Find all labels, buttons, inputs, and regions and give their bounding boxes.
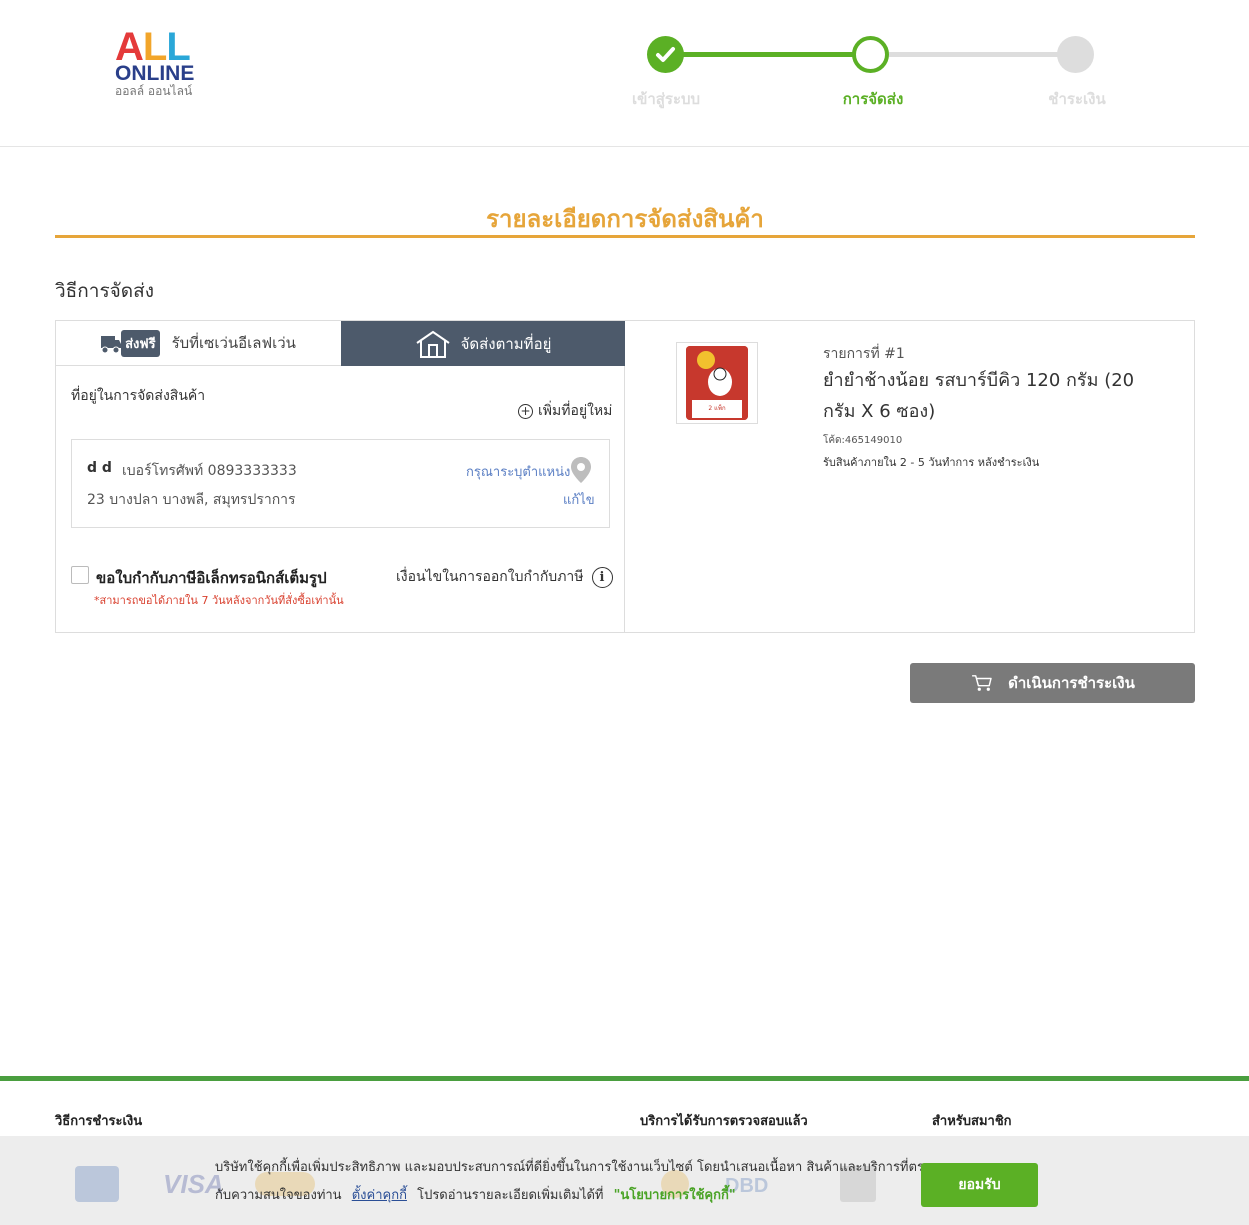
shipping-method-title: วิธีการจัดส่ง bbox=[55, 280, 154, 302]
free-shipping-text: ส่งฟรี bbox=[121, 329, 160, 357]
step-shipping-label: การจัดส่ง bbox=[842, 90, 904, 108]
cookie-text-interest: กับความสนใจของท่าน bbox=[215, 1188, 342, 1203]
address-line: 23 บางปลา บางพลี, สมุทรปราการ bbox=[87, 492, 296, 508]
tab-pickup-7eleven[interactable]: ส่งฟรี รับที่เซเว่นอีเลฟเว่น bbox=[56, 321, 341, 366]
tax-invoice-note: *สามารถขอได้ภายใน 7 วันหลังจากวันที่สั่ง… bbox=[94, 594, 344, 607]
map-pin-icon[interactable] bbox=[570, 456, 592, 484]
tab-pickup-label: รับที่เซเว่นอีเลฟเว่น bbox=[171, 334, 296, 352]
step-login-label: เข้าสู่ระบบ bbox=[631, 90, 701, 108]
step-line-done bbox=[666, 52, 870, 57]
plus-circle-icon: + bbox=[518, 403, 533, 419]
noodle-pack-image: 2 แพ็ก bbox=[686, 346, 748, 420]
footer-member-heading: สำหรับสมาชิก bbox=[932, 1114, 1012, 1129]
footer-divider bbox=[0, 1076, 1249, 1081]
cookie-policy-link[interactable]: "นโยบายการใช้คุกกี้" bbox=[614, 1188, 736, 1203]
step-payment-dot bbox=[1057, 36, 1094, 73]
title-divider bbox=[55, 235, 1195, 238]
page-title: รายละเอียดการจัดส่งสินค้า bbox=[486, 205, 764, 233]
tax-invoice-label[interactable]: ขอใบกำกับภาษีอิเล็กทรอนิกส์เต็มรูป bbox=[96, 566, 327, 590]
product-name: ยำยำช้างน้อย รสบาร์บีคิว 120 กรัม (20 กร… bbox=[823, 370, 1135, 422]
add-new-address-button[interactable]: + เพิ่มที่อยู่ใหม่ bbox=[518, 400, 612, 422]
shipping-panel: ส่งฟรี รับที่เซเว่นอีเลฟเว่น จัดส่งตามที… bbox=[55, 320, 1195, 633]
cart-icon bbox=[972, 675, 992, 691]
logo-online-text: ONLINE bbox=[115, 62, 195, 85]
address-heading: ที่อยู่ในการจัดส่งสินค้า bbox=[71, 388, 206, 404]
address-phone: เบอร์โทรศัพท์ 0893333333 bbox=[122, 463, 297, 479]
shipping-options: ส่งฟรี รับที่เซเว่นอีเลฟเว่น จัดส่งตามที… bbox=[56, 321, 625, 632]
tab-home-label: จัดส่งตามที่อยู่ bbox=[460, 334, 552, 353]
cookie-text-line2: กับความสนใจของท่าน ตั้งค่าคุกกี้ โปรดอ่า… bbox=[215, 1184, 736, 1205]
accept-cookie-button[interactable]: ยอมรับ bbox=[921, 1163, 1038, 1207]
header: ALL ONLINE ออลล์ ออนไลน์ เข้าสู่ระบบ การ… bbox=[0, 0, 1249, 147]
tab-home-delivery[interactable]: จัดส่งตามที่อยู่ bbox=[341, 321, 625, 366]
cookie-settings-link[interactable]: ตั้งค่าคุกกี้ bbox=[352, 1188, 407, 1203]
truck-icon bbox=[101, 336, 122, 354]
logo-thai-text: ออลล์ ออนไลน์ bbox=[115, 84, 193, 98]
edit-address-link[interactable]: แก้ไข bbox=[563, 489, 595, 510]
house-icon bbox=[416, 330, 450, 358]
cookie-text-line1: บริษัทใช้คุกกี้เพื่อเพิ่มประสิทธิภาพ และ… bbox=[215, 1160, 931, 1175]
step-payment-label: ชำระเงิน bbox=[1048, 90, 1106, 108]
address-name: d d bbox=[87, 460, 112, 476]
add-new-address-label: เพิ่มที่อยู่ใหม่ bbox=[538, 403, 613, 419]
order-summary: 2 แพ็ก รายการที่ #1 ยำยำช้างน้อย รสบาร์บ… bbox=[625, 321, 1194, 632]
step-login-check-icon bbox=[647, 36, 684, 73]
item-number: รายการที่ #1 bbox=[823, 346, 905, 362]
tax-conditions-label: เงื่อนไขในการออกใบกำกับภาษี bbox=[396, 569, 584, 585]
tax-invoice-checkbox[interactable] bbox=[71, 566, 89, 584]
info-icon[interactable]: i bbox=[591, 566, 613, 588]
checkout-stepper: เข้าสู่ระบบ การจัดส่ง ชำระเงิน bbox=[630, 35, 1110, 115]
all-online-logo[interactable]: ALL ONLINE ออลล์ ออนไลน์ bbox=[115, 25, 205, 102]
logo-all-text: ALL bbox=[115, 25, 191, 69]
footer-payment-heading: วิธีการชำระเงิน bbox=[55, 1114, 143, 1129]
cookie-consent-bar: VISA DBD บริษัทใช้คุกกี้เพื่อเพิ่มประสิท… bbox=[0, 1136, 1249, 1225]
cookie-text-readmore: โปรดอ่านรายละเอียดเพิ่มเติมได้ที่ bbox=[417, 1188, 604, 1203]
step-shipping-dot bbox=[852, 36, 889, 73]
free-shipping-badge: ส่งฟรี bbox=[101, 329, 160, 357]
address-card[interactable]: d d เบอร์โทรศัพท์ 0893333333 23 บางปลา บ… bbox=[71, 439, 610, 528]
delivery-estimate: รับสินค้าภายใน 2 - 5 วันทำการ หลังชำระเง… bbox=[823, 456, 1040, 469]
tax-conditions-link[interactable]: เงื่อนไขในการออกใบกำกับภาษี i bbox=[396, 566, 613, 588]
proceed-payment-button[interactable]: ดำเนินการชำระเงิน bbox=[910, 663, 1195, 703]
pack-label: 2 แพ็ก bbox=[708, 405, 726, 412]
step-line-pending bbox=[888, 52, 1060, 57]
footer-verified-heading: บริการได้รับการตรวจสอบแล้ว bbox=[640, 1114, 808, 1129]
product-image[interactable]: 2 แพ็ก bbox=[676, 342, 758, 424]
set-location-link[interactable]: กรุณาระบุตำแหน่ง bbox=[466, 461, 570, 482]
proceed-payment-label: ดำเนินการชำระเงิน bbox=[1008, 674, 1135, 692]
product-code: โค้ด:465149010 bbox=[823, 435, 903, 446]
